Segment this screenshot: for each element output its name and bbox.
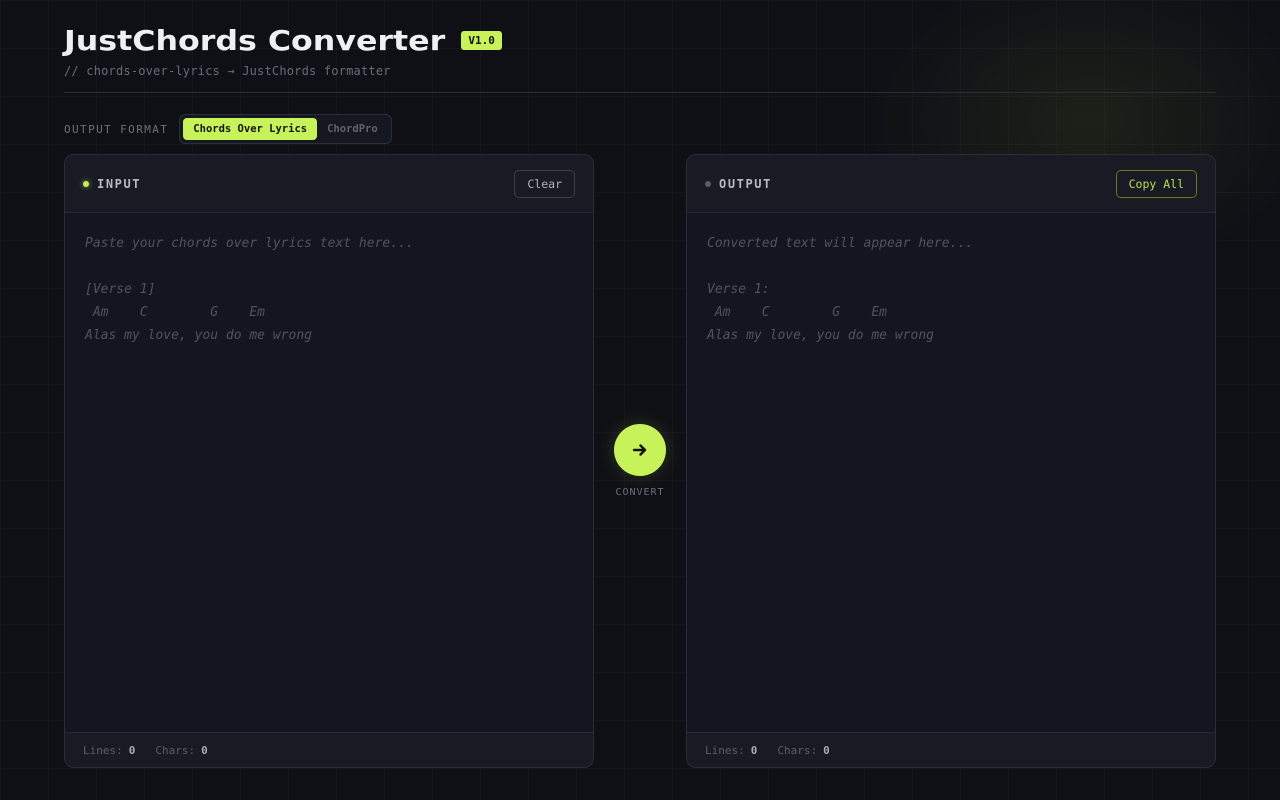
input-chars-label: Chars:	[155, 743, 196, 757]
input-chars-stat: Chars: 0	[155, 744, 207, 757]
output-lines-stat: Lines: 0	[705, 744, 757, 757]
output-lines-label: Lines:	[705, 743, 745, 757]
input-lines-label: Lines:	[83, 743, 123, 757]
output-chars-label: Chars:	[777, 743, 818, 757]
input-panel-title: INPUT	[83, 177, 141, 191]
input-status-dot-icon	[83, 180, 89, 187]
output-panel-title: OUTPUT	[705, 177, 772, 191]
page-header: JustChords Converter V1.0 // chords-over…	[64, 22, 1216, 93]
output-format-label: OUTPUT FORMAT	[64, 122, 169, 136]
output-chars-count: 0	[823, 743, 830, 757]
input-stats-bar: Lines: 0 Chars: 0	[65, 732, 593, 767]
input-chars-count: 0	[201, 743, 208, 757]
output-panel-header: OUTPUT Copy All	[687, 155, 1215, 213]
format-option-chords-over-lyrics[interactable]: Chords Over Lyrics	[183, 118, 318, 140]
app-root: JustChords Converter V1.0 // chords-over…	[64, 0, 1216, 800]
output-status-dot-icon	[705, 180, 711, 187]
app-title: JustChords Converter	[64, 23, 446, 57]
format-option-chordpro[interactable]: ChordPro	[317, 118, 388, 140]
clear-button[interactable]: Clear	[514, 169, 575, 198]
title-row: JustChords Converter V1.0	[64, 22, 1216, 58]
input-panel-header: INPUT Clear	[65, 155, 593, 213]
output-panel-title-text: OUTPUT	[719, 176, 772, 191]
convert-label: CONVERT	[615, 487, 665, 498]
output-format-row: OUTPUT FORMAT Chords Over Lyrics ChordPr…	[64, 114, 392, 144]
input-textarea[interactable]: Paste your chords over lyrics text here.…	[65, 213, 593, 732]
page-subtitle: // chords-over-lyrics → JustChords forma…	[64, 64, 391, 78]
output-stats-bar: Lines: 0 Chars: 0	[687, 732, 1215, 767]
input-lines-stat: Lines: 0	[83, 744, 135, 757]
output-chars-stat: Chars: 0	[777, 744, 829, 757]
output-textarea[interactable]: Converted text will appear here... Verse…	[687, 213, 1215, 732]
input-lines-count: 0	[128, 743, 136, 757]
convert-control: CONVERT	[614, 424, 666, 498]
output-lines-count: 0	[750, 743, 758, 757]
input-panel: INPUT Clear Paste your chords over lyric…	[64, 154, 594, 768]
output-placeholder: Converted text will appear here... Verse…	[707, 236, 974, 343]
version-badge: V1.0	[461, 30, 502, 50]
copy-all-button[interactable]: Copy All	[1115, 169, 1197, 198]
convert-button[interactable]	[614, 424, 666, 476]
input-placeholder: Paste your chords over lyrics text here.…	[85, 236, 414, 343]
arrow-right-icon	[632, 444, 647, 456]
output-format-toggle: Chords Over Lyrics ChordPro	[179, 114, 392, 144]
input-panel-title-text: INPUT	[97, 176, 142, 191]
output-panel: OUTPUT Copy All Converted text will appe…	[686, 154, 1216, 768]
